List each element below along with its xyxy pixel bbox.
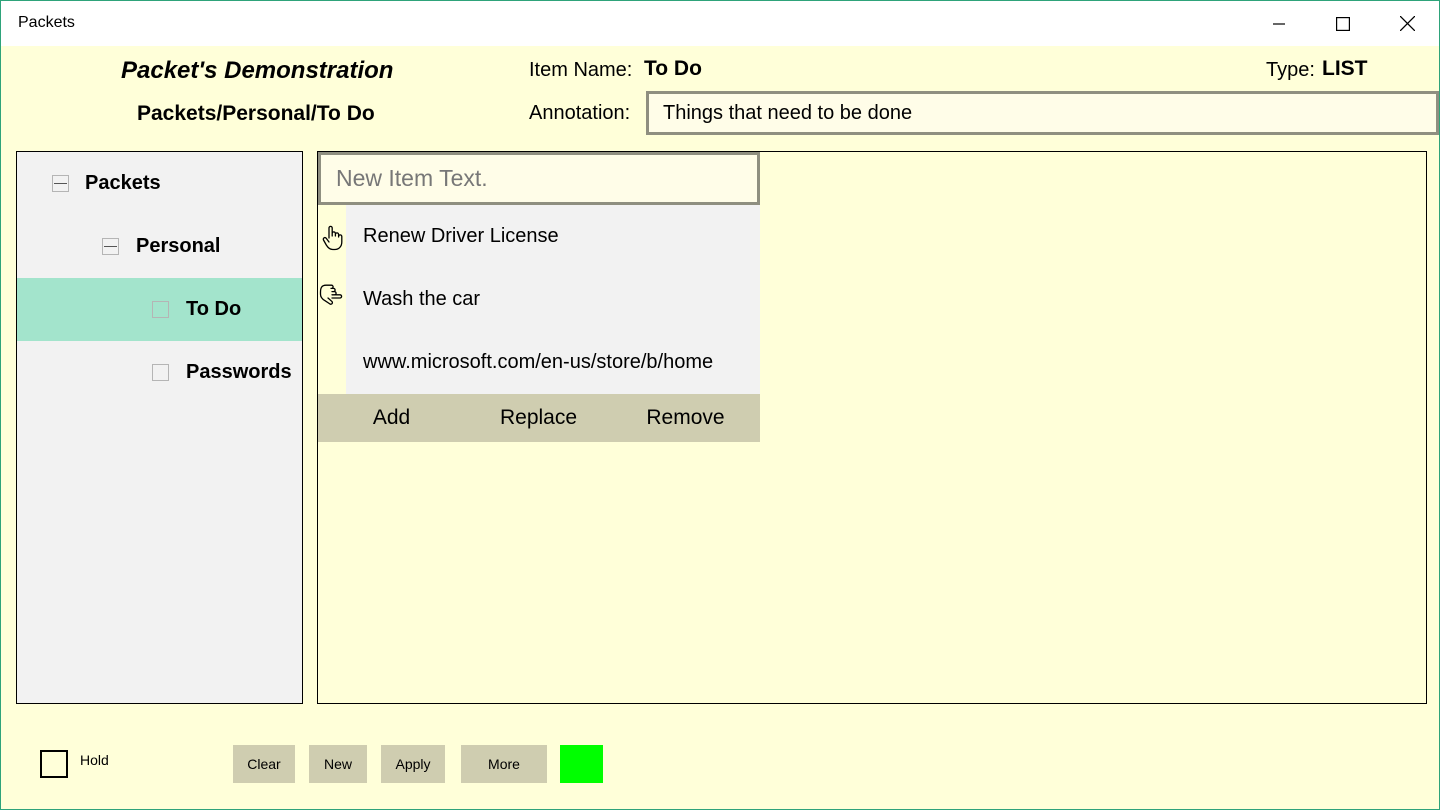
new-button[interactable]: New [309, 745, 367, 783]
tree-item-label: Passwords [186, 361, 292, 383]
list-item-text: Wash the car [363, 288, 481, 310]
item-name-label: Item Name: [529, 59, 633, 81]
tree-item-label: Personal [136, 235, 221, 257]
item-name-value: To Do [644, 57, 702, 80]
list-editor-panel: Renew Driver License Wash the car www.mi… [317, 151, 1427, 704]
list-item[interactable]: Wash the car [346, 268, 760, 331]
list-item[interactable]: www.microsoft.com/en-us/store/b/home [346, 331, 760, 394]
hold-label: Hold [80, 752, 109, 768]
tree-item-label: To Do [186, 298, 242, 320]
hand-pointer-down-icon[interactable] [319, 280, 343, 306]
list-item-text: Renew Driver License [363, 225, 559, 247]
window-title: Packets [18, 14, 75, 31]
clear-button[interactable]: Clear [233, 745, 295, 783]
remove-button[interactable]: Remove [612, 394, 759, 442]
annotation-field[interactable] [646, 91, 1439, 135]
minimize-icon [1273, 22, 1285, 25]
minimize-button[interactable] [1247, 1, 1311, 46]
title-bar[interactable]: Packets [1, 1, 1439, 46]
hand-pointer-up-icon[interactable] [321, 225, 345, 251]
apply-button[interactable]: Apply [381, 745, 445, 783]
tree-item-packets[interactable]: Packets [17, 152, 302, 215]
status-indicator [560, 745, 603, 783]
close-button[interactable] [1375, 1, 1439, 46]
app-window: Packets Packet's Demonstration Packets/P… [0, 0, 1440, 810]
leaf-node-icon [152, 301, 169, 318]
annotation-label: Annotation: [529, 102, 631, 124]
hold-checkbox[interactable] [40, 750, 68, 778]
list-action-bar: Add Replace Remove [318, 394, 760, 442]
add-button[interactable]: Add [318, 394, 465, 442]
tree-item-label: Packets [85, 172, 161, 194]
list-item-text: www.microsoft.com/en-us/store/b/home [363, 351, 714, 373]
tree-item-personal[interactable]: Personal [17, 215, 302, 278]
close-icon [1399, 16, 1415, 31]
type-value: LIST [1322, 57, 1368, 80]
maximize-button[interactable] [1311, 1, 1375, 46]
breadcrumb-path: Packets/Personal/To Do [137, 102, 375, 125]
leaf-node-icon [152, 364, 169, 381]
demo-title: Packet's Demonstration [121, 57, 394, 84]
replace-button[interactable]: Replace [465, 394, 612, 442]
item-list: Renew Driver License Wash the car www.mi… [346, 205, 760, 394]
tree-item-to-do[interactable]: To Do [17, 278, 302, 341]
tree-item-passwords[interactable]: Passwords [17, 341, 302, 404]
collapse-toggle-icon[interactable] [52, 175, 69, 192]
packet-tree: Packets Personal To Do Passwords [16, 151, 303, 704]
maximize-icon [1336, 16, 1350, 31]
collapse-toggle-icon[interactable] [102, 238, 119, 255]
type-label: Type: [1266, 59, 1315, 81]
more-button[interactable]: More [461, 745, 547, 783]
list-item[interactable]: Renew Driver License [346, 205, 760, 268]
new-item-input[interactable] [318, 152, 760, 205]
